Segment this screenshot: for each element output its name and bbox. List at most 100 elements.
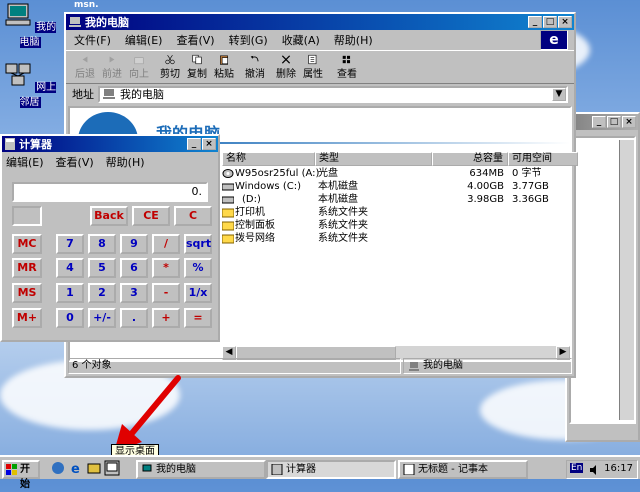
negate-button[interactable]: +/- — [88, 308, 116, 328]
undo-icon — [250, 55, 259, 62]
control-panel-folder-icon — [222, 221, 234, 231]
memory-clear-button[interactable]: MC — [12, 234, 42, 254]
list-item[interactable]: 拨号网络 系统文件夹 — [222, 232, 570, 245]
percent-button[interactable]: % — [184, 258, 212, 278]
my-computer-titlebar[interactable]: 我的电脑 _ □ × — [66, 14, 574, 30]
calculator-icon — [271, 464, 283, 475]
undo-button[interactable]: 撤消 — [242, 54, 268, 80]
language-indicator[interactable]: En — [570, 463, 584, 473]
hard-drive-icon — [222, 183, 234, 191]
digit-7-button[interactable]: 7 — [56, 234, 84, 254]
outlook-express-icon[interactable] — [86, 460, 102, 476]
add-button[interactable]: + — [152, 308, 180, 328]
menu-go[interactable]: 转到(G) — [229, 32, 268, 48]
clear-button[interactable]: C — [174, 206, 212, 226]
equals-button[interactable]: = — [184, 308, 212, 328]
list-item[interactable]: W95osr25ful (A:) 光盘 634MB 0 字节 — [222, 167, 570, 180]
minimize-button[interactable]: _ — [592, 116, 606, 128]
digit-0-button[interactable]: 0 — [56, 308, 84, 328]
address-dropdown-button[interactable]: ▼ — [552, 87, 566, 101]
speaker-icon[interactable] — [589, 464, 599, 476]
menu-bar: 文件(F) 编辑(E) 查看(V) 转到(G) 收藏(A) 帮助(H) e — [66, 30, 574, 50]
scrollbar[interactable] — [619, 140, 634, 420]
subtract-button[interactable]: - — [152, 283, 180, 303]
list-item[interactable]: 打印机 系统文件夹 — [222, 206, 570, 219]
back-button[interactable]: Back — [90, 206, 128, 226]
up-button[interactable]: 向上 — [126, 54, 152, 80]
desktop-icon-my-computer[interactable]: 我的电脑 — [2, 2, 58, 48]
start-button[interactable]: 开始 — [2, 460, 40, 490]
digit-4-button[interactable]: 4 — [56, 258, 84, 278]
computer-icon — [103, 89, 115, 99]
forward-arrow-icon — [109, 56, 115, 63]
list-item[interactable]: (D:) 本机磁盘 3.98GB 3.36GB — [222, 193, 570, 206]
digit-1-button[interactable]: 1 — [56, 283, 84, 303]
dialup-folder-icon — [222, 234, 234, 244]
cut-button[interactable]: 剪切 — [157, 54, 183, 80]
close-button[interactable]: × — [202, 138, 216, 150]
address-bar: 地址 我的电脑 ▼ — [66, 84, 574, 104]
copy-button[interactable]: 复制 — [184, 54, 210, 80]
memory-store-button[interactable]: MS — [12, 283, 42, 303]
view-button[interactable]: 查看 — [331, 54, 363, 80]
column-header-type[interactable]: 类型 — [315, 152, 432, 166]
notepad-titlebar[interactable]: _ □ × — [567, 114, 638, 130]
address-input[interactable]: 我的电脑 ▼ — [98, 85, 568, 103]
show-desktop-icon[interactable] — [104, 460, 120, 476]
back-button[interactable]: 后退 — [72, 54, 98, 80]
memory-add-button[interactable]: M+ — [12, 308, 42, 328]
memory-recall-button[interactable]: MR — [12, 258, 42, 278]
minimize-button[interactable]: _ — [528, 16, 542, 28]
svg-text:e: e — [71, 462, 80, 476]
menu-help[interactable]: 帮助(H) — [106, 154, 145, 170]
close-button[interactable]: × — [558, 16, 572, 28]
forward-button[interactable]: 前进 — [99, 54, 125, 80]
menu-help[interactable]: 帮助(H) — [334, 32, 373, 48]
menu-file[interactable]: 文件(F) — [74, 32, 111, 48]
msn-logo: msn. — [74, 0, 99, 10]
divide-button[interactable]: / — [152, 234, 180, 254]
maximize-button[interactable]: □ — [543, 16, 557, 28]
list-item[interactable]: 控制面板 系统文件夹 — [222, 219, 570, 232]
taskbar: 开始 e 我的电脑 计算器 无标题 - 记事本 En 16:17 — [0, 455, 640, 490]
column-header-total[interactable]: 总容量 — [432, 152, 508, 166]
task-calculator[interactable]: 计算器 — [266, 460, 396, 479]
digit-2-button[interactable]: 2 — [88, 283, 116, 303]
menu-view[interactable]: 查看(V) — [176, 32, 214, 48]
column-header-free[interactable]: 可用空间 — [508, 152, 578, 166]
digit-6-button[interactable]: 6 — [120, 258, 148, 278]
task-my-computer[interactable]: 我的电脑 — [136, 460, 266, 479]
desktop-icon-network[interactable]: 网上邻居 — [2, 62, 58, 108]
digit-9-button[interactable]: 9 — [120, 234, 148, 254]
paste-button[interactable]: 粘贴 — [211, 54, 237, 80]
column-header-name[interactable]: 名称 — [222, 152, 315, 166]
close-button[interactable]: × — [622, 116, 636, 128]
multiply-button[interactable]: * — [152, 258, 180, 278]
menu-favorites[interactable]: 收藏(A) — [282, 32, 320, 48]
sqrt-button[interactable]: sqrt — [184, 234, 212, 254]
minimize-button[interactable]: _ — [187, 138, 201, 150]
properties-button[interactable]: 属性 — [300, 54, 326, 80]
channel-icon[interactable] — [50, 460, 66, 476]
list-item[interactable]: Windows (C:) 本机磁盘 4.00GB 3.77GB — [222, 180, 570, 193]
menu-edit[interactable]: 编辑(E) — [125, 32, 163, 48]
calculator-titlebar[interactable]: 计算器 _ × — [2, 136, 218, 152]
notepad-icon — [403, 464, 415, 475]
internet-explorer-icon[interactable]: e — [68, 460, 84, 476]
digit-5-button[interactable]: 5 — [88, 258, 116, 278]
menu-edit[interactable]: 编辑(E) — [6, 154, 44, 170]
clock[interactable]: 16:17 — [604, 463, 633, 474]
menu-view[interactable]: 查看(V) — [56, 154, 94, 170]
calculator-window[interactable]: 计算器 _ × 编辑(E) 查看(V) 帮助(H) 0. Back CE C MC… — [0, 134, 220, 342]
maximize-button[interactable]: □ — [607, 116, 621, 128]
back-arrow-icon — [82, 56, 88, 63]
digit-3-button[interactable]: 3 — [120, 283, 148, 303]
network-icon — [5, 63, 31, 86]
digit-8-button[interactable]: 8 — [88, 234, 116, 254]
delete-button[interactable]: 删除 — [273, 54, 299, 80]
reciprocal-button[interactable]: 1/x — [184, 283, 212, 303]
clear-entry-button[interactable]: CE — [132, 206, 170, 226]
decimal-button[interactable]: . — [120, 308, 148, 328]
status-location: 我的电脑 — [403, 358, 572, 374]
task-notepad[interactable]: 无标题 - 记事本 — [398, 460, 528, 479]
